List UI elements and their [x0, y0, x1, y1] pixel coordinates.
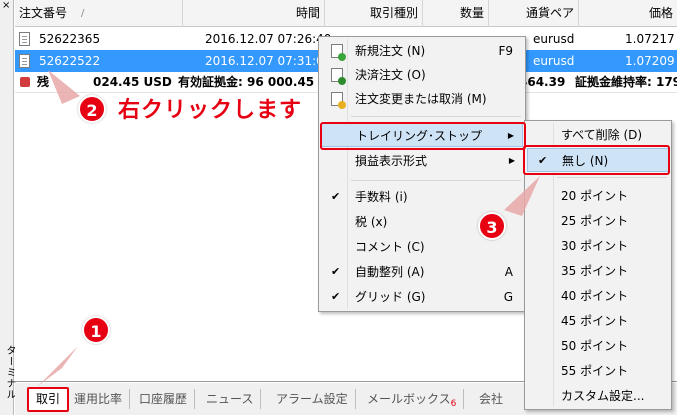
arrow-step1	[38, 346, 78, 386]
annotation-arrows	[38, 70, 540, 386]
step-2-callout: 2	[78, 95, 106, 123]
arrow-step2	[48, 70, 80, 104]
right-click-instruction: 右クリックします	[118, 98, 303, 123]
arrow-step3	[504, 176, 540, 216]
step-1-callout: 1	[82, 316, 110, 344]
step-3-callout: 3	[478, 212, 506, 240]
